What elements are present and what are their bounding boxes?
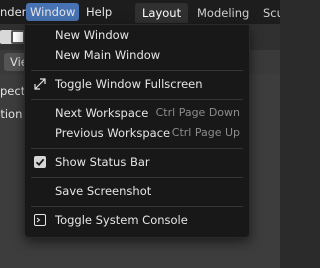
menu-help[interactable]: Help: [82, 3, 116, 21]
menu-item-new-main-window[interactable]: New Main Window: [25, 45, 249, 65]
menu-separator: [31, 70, 243, 71]
menu-item-show-status-bar[interactable]: Show Status Bar: [25, 152, 249, 172]
menu-item-shortcut: Ctrl Page Up: [171, 126, 240, 139]
menu-item-label: Toggle System Console: [55, 213, 188, 227]
menu-item-save-screenshot[interactable]: Save Screenshot: [25, 181, 249, 201]
tab-layout[interactable]: Layout: [135, 3, 189, 23]
menu-item-label: Save Screenshot: [55, 184, 152, 198]
menu-item-next-workspace[interactable]: Next Workspace Ctrl Page Down: [25, 103, 249, 123]
menu-separator: [31, 206, 243, 207]
menu-separator: [31, 148, 243, 149]
menu-item-label: Previous Workspace: [55, 126, 171, 140]
menu-item-toggle-system-console[interactable]: Toggle System Console: [25, 210, 249, 230]
console-icon: [34, 214, 46, 226]
menu-item-label: New Main Window: [55, 48, 161, 62]
fullscreen-icon: [34, 78, 46, 90]
blender-window: nder Window Help Layout Modeling Scu Vie…: [0, 0, 280, 268]
menu-item-toggle-fullscreen[interactable]: Toggle Window Fullscreen: [25, 74, 249, 94]
top-menubar: nder Window Help Layout Modeling Scu: [0, 0, 280, 24]
menu-separator: [31, 177, 243, 178]
viewport-label-perspective: spect: [0, 84, 26, 98]
menu-item-label: Next Workspace: [55, 106, 149, 120]
menu-window[interactable]: Window: [26, 3, 80, 21]
menu-item-label: New Window: [55, 28, 130, 42]
menu-item-label: Toggle Window Fullscreen: [55, 77, 203, 91]
menu-item-new-window[interactable]: New Window: [25, 25, 249, 45]
window-menu-dropdown: New Window New Main Window Toggle Window…: [24, 24, 250, 238]
menu-item-shortcut: Ctrl Page Down: [155, 106, 240, 119]
menu-item-previous-workspace[interactable]: Previous Workspace Ctrl Page Up: [25, 123, 249, 143]
tab-modeling[interactable]: Modeling: [190, 3, 256, 23]
menu-separator: [31, 99, 243, 100]
select-mode-icon[interactable]: [11, 30, 25, 44]
tab-sculpting[interactable]: Scu: [256, 3, 280, 23]
checkbox-checked-icon[interactable]: [34, 156, 46, 168]
viewport-label-collection: ction: [0, 107, 23, 121]
menu-item-label: Show Status Bar: [55, 155, 150, 169]
